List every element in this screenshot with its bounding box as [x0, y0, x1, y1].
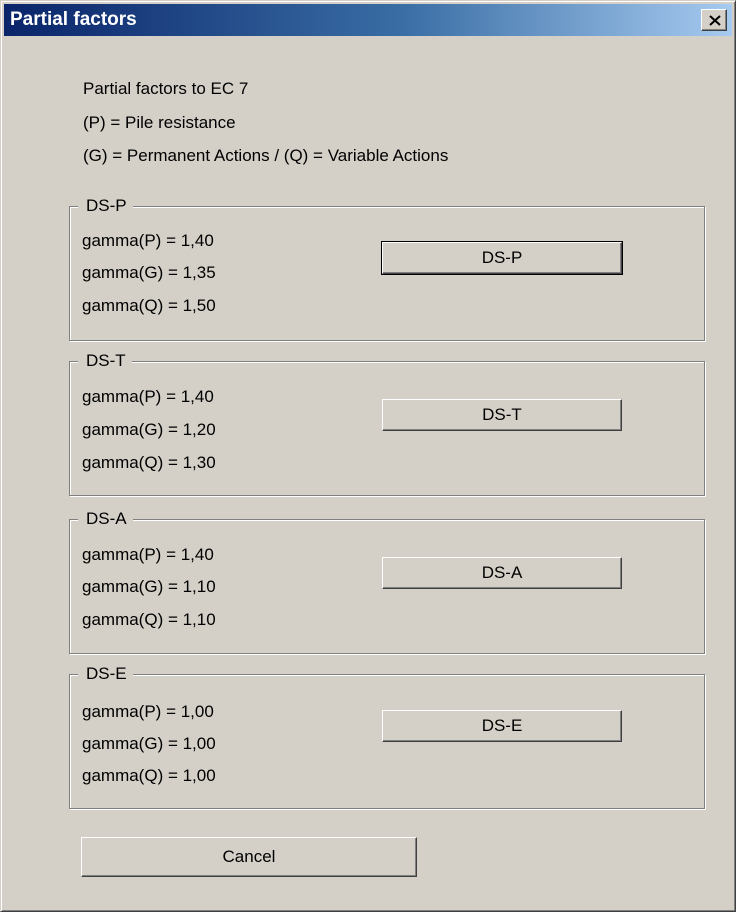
ds-a-button[interactable]: DS-A	[382, 557, 622, 589]
intro-line-ec7: Partial factors to EC 7	[83, 79, 249, 98]
gamma-q-value: gamma(Q) = 1,10	[82, 610, 216, 629]
group-legend: DS-E	[78, 663, 133, 685]
cancel-button-label: Cancel	[222, 847, 276, 866]
partial-factors-dialog: Partial factors Partial factors to EC 7 …	[0, 0, 736, 912]
group-legend: DS-A	[78, 508, 133, 530]
group-ds-p: DS-P gamma(P) = 1,40 gamma(G) = 1,35 gam…	[69, 195, 705, 341]
ds-e-button[interactable]: DS-E	[382, 710, 622, 742]
gamma-g-value: gamma(G) = 1,20	[82, 420, 216, 439]
gamma-q-value: gamma(Q) = 1,30	[82, 453, 216, 472]
group-ds-t: DS-T gamma(P) = 1,40 gamma(G) = 1,20 gam…	[69, 350, 705, 496]
ds-p-button[interactable]: DS-P	[381, 241, 623, 275]
group-legend: DS-P	[78, 195, 133, 217]
ds-p-button-label: DS-P	[481, 248, 523, 267]
title-bar[interactable]: Partial factors	[4, 4, 732, 36]
group-legend: DS-T	[78, 350, 132, 372]
ds-e-button-label: DS-E	[481, 716, 523, 735]
intro-line-pile-resistance: (P) = Pile resistance	[83, 113, 236, 132]
close-button[interactable]	[701, 9, 727, 31]
gamma-p-value: gamma(P) = 1,00	[82, 702, 214, 721]
ds-t-button-label: DS-T	[482, 405, 522, 424]
gamma-q-value: gamma(Q) = 1,50	[82, 296, 216, 315]
close-icon	[709, 15, 721, 26]
intro-line-actions: (G) = Permanent Actions / (Q) = Variable…	[83, 146, 449, 165]
group-ds-e: DS-E gamma(P) = 1,00 gamma(G) = 1,00 gam…	[69, 663, 705, 809]
window-title: Partial factors	[10, 9, 137, 30]
ds-t-button[interactable]: DS-T	[382, 399, 622, 431]
gamma-p-value: gamma(P) = 1,40	[82, 231, 214, 250]
gamma-g-value: gamma(G) = 1,00	[82, 734, 216, 753]
gamma-p-value: gamma(P) = 1,40	[82, 387, 214, 406]
gamma-p-value: gamma(P) = 1,40	[82, 545, 214, 564]
ds-a-button-label: DS-A	[481, 563, 523, 582]
cancel-button[interactable]: Cancel	[81, 837, 417, 877]
gamma-g-value: gamma(G) = 1,10	[82, 577, 216, 596]
group-ds-a: DS-A gamma(P) = 1,40 gamma(G) = 1,10 gam…	[69, 508, 705, 654]
gamma-q-value: gamma(Q) = 1,00	[82, 766, 216, 785]
gamma-g-value: gamma(G) = 1,35	[82, 263, 216, 282]
